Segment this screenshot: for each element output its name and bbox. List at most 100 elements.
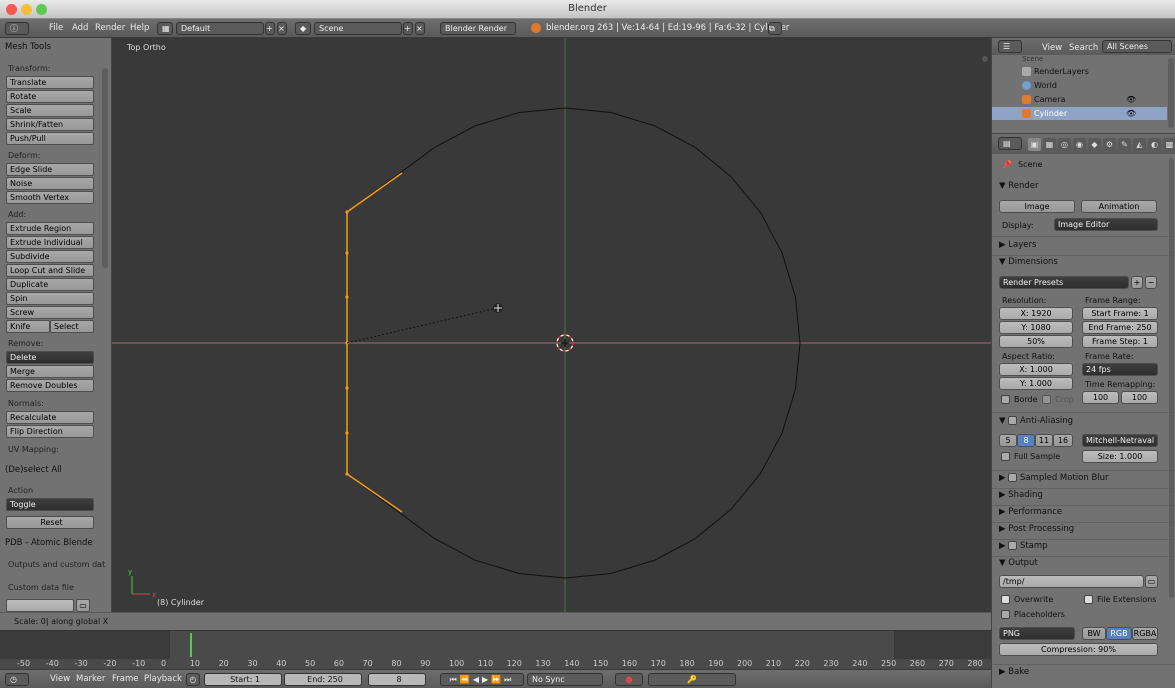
context-tab-icon[interactable]: ◐: [1148, 138, 1161, 151]
translate-button[interactable]: Translate: [6, 76, 94, 89]
outliner-cylinder[interactable]: Cylinder: [1034, 109, 1067, 118]
context-tab-icon[interactable]: ◭: [1133, 138, 1146, 151]
smooth-vertex-button[interactable]: Smooth Vertex: [6, 191, 94, 204]
aa-filter-dropdown[interactable]: Mitchell-Netraval: [1082, 434, 1158, 447]
context-tab-icon[interactable]: ◎: [1058, 138, 1071, 151]
viewport-canvas[interactable]: y x: [112, 38, 991, 612]
camera-visibility-icon[interactable]: 👁: [1126, 95, 1136, 104]
menu-render[interactable]: Render: [95, 23, 125, 33]
properties-editor-type-icon[interactable]: ▤: [998, 137, 1022, 150]
knife-select-button[interactable]: Select: [50, 320, 94, 333]
performance-panel-header[interactable]: ▶ Performance: [999, 507, 1062, 517]
menu-add[interactable]: Add: [72, 23, 88, 33]
edge-slide-button[interactable]: Edge Slide: [6, 163, 94, 176]
duplicate-button[interactable]: Duplicate: [6, 278, 94, 291]
resolution-y-field[interactable]: Y: 1080: [999, 321, 1073, 334]
timeline-editor[interactable]: -50 -40 -30 -20 -10 0 10 20 30 40 50 60 70 80 90 100 110…: [0, 630, 991, 669]
remap-old-field[interactable]: 100: [1082, 391, 1119, 404]
spin-button[interactable]: Spin: [6, 292, 94, 305]
color-rgba-button[interactable]: RGBA: [1132, 627, 1158, 640]
aa-samples-5[interactable]: 5: [999, 434, 1017, 447]
layers-panel-header[interactable]: ▶ Layers: [999, 240, 1036, 250]
sync-dropdown[interactable]: No Sync: [527, 673, 603, 686]
knife-button[interactable]: Knife: [6, 320, 50, 333]
output-panel-header[interactable]: ▼ Output: [999, 558, 1038, 568]
context-tab-icon[interactable]: ◆: [1088, 138, 1101, 151]
stamp-checkbox[interactable]: [1008, 541, 1018, 550]
context-tab-icon[interactable]: ▦: [1043, 138, 1056, 151]
end-frame-field[interactable]: End: 250: [284, 673, 362, 686]
timeline-menu-marker[interactable]: Marker: [76, 674, 105, 684]
add-layout-icon[interactable]: +: [265, 22, 275, 35]
record-icon[interactable]: ●: [615, 673, 643, 686]
resolution-x-field[interactable]: X: 1920: [999, 307, 1073, 320]
editor-type-icon[interactable]: ⓘ: [5, 22, 29, 35]
tool-shelf-scrollbar[interactable]: [102, 68, 108, 268]
outliner-display-dropdown[interactable]: All Scenes: [1102, 40, 1172, 53]
rotate-button[interactable]: Rotate: [6, 90, 94, 103]
color-rgb-button[interactable]: RGB: [1106, 627, 1132, 640]
remove-preset-icon[interactable]: −: [1145, 276, 1157, 289]
subdivide-button[interactable]: Subdivide: [6, 250, 94, 263]
outliner-menu-view[interactable]: View: [1042, 43, 1062, 53]
outliner-camera[interactable]: Camera: [1034, 95, 1065, 104]
action-dropdown[interactable]: Toggle: [6, 498, 94, 511]
aa-size-field[interactable]: Size: 1.000: [1082, 450, 1158, 463]
compression-slider[interactable]: Compression: 90%: [999, 643, 1158, 656]
extrude-region-button[interactable]: Extrude Region: [6, 222, 94, 235]
context-tab-icon[interactable]: ▣: [1028, 138, 1041, 151]
timeline-menu-view[interactable]: View: [50, 674, 70, 684]
current-frame-field[interactable]: 8: [368, 673, 426, 686]
timeline-menu-playback[interactable]: Playback: [144, 674, 182, 684]
outliner-scene[interactable]: Scene: [1022, 55, 1043, 63]
frame-rate-dropdown[interactable]: 24 fps: [1082, 363, 1158, 376]
output-path-field[interactable]: /tmp/: [999, 575, 1144, 588]
color-bw-button[interactable]: BW: [1082, 627, 1106, 640]
context-tab-icon[interactable]: ⚙: [1103, 138, 1116, 151]
outliner-scrollbar[interactable]: [1168, 58, 1174, 128]
fullscreen-icon[interactable]: ⧉: [768, 22, 782, 35]
shrink-fatten-button[interactable]: Shrink/Fatten: [6, 118, 94, 131]
push-pull-button[interactable]: Push/Pull: [6, 132, 94, 145]
pdb-header[interactable]: PDB - Atomic Blende: [5, 538, 93, 548]
viewport-corner-widget[interactable]: [982, 56, 988, 62]
outliner-editor-type-icon[interactable]: ☰: [998, 40, 1022, 53]
outliner-render-layers[interactable]: RenderLayers: [1034, 67, 1089, 76]
menu-file[interactable]: File: [49, 23, 63, 33]
properties-scrollbar[interactable]: [1169, 158, 1174, 598]
pin-icon[interactable]: 📌: [1002, 160, 1012, 169]
context-tab-icon[interactable]: ◉: [1073, 138, 1086, 151]
outliner-selected-row[interactable]: [992, 107, 1167, 120]
render-presets-dropdown[interactable]: Render Presets: [999, 276, 1129, 289]
resolution-percent-slider[interactable]: 50%: [999, 335, 1073, 348]
remove-doubles-button[interactable]: Remove Doubles: [6, 379, 94, 392]
remove-scene-icon[interactable]: ×: [415, 22, 425, 35]
current-frame-marker[interactable]: [190, 633, 192, 657]
aa-samples-16[interactable]: 16: [1053, 434, 1073, 447]
anti-aliasing-checkbox[interactable]: [1008, 416, 1018, 425]
file-extensions-checkbox[interactable]: [1084, 595, 1093, 604]
noise-button[interactable]: Noise: [6, 177, 94, 190]
recalculate-button[interactable]: Recalculate: [6, 411, 94, 424]
start-frame-property[interactable]: Start Frame: 1: [1082, 307, 1158, 320]
timeline-editor-type-icon[interactable]: ◷: [5, 673, 29, 686]
merge-button[interactable]: Merge: [6, 365, 94, 378]
aa-samples-11[interactable]: 11: [1035, 434, 1053, 447]
placeholders-checkbox[interactable]: [1001, 610, 1010, 619]
crop-checkbox[interactable]: [1042, 395, 1051, 404]
deselect-all-header[interactable]: (De)select All: [5, 465, 62, 475]
aspect-y-field[interactable]: Y: 1.000: [999, 377, 1073, 390]
folder-icon[interactable]: ▭: [76, 599, 90, 612]
add-preset-icon[interactable]: +: [1131, 276, 1143, 289]
delete-dropdown[interactable]: Delete: [6, 351, 94, 364]
layout-icon[interactable]: ▦: [157, 22, 173, 35]
outliner-menu-search[interactable]: Search: [1069, 43, 1098, 53]
render-engine-dropdown[interactable]: Blender Render: [440, 22, 516, 35]
output-folder-icon[interactable]: ▭: [1145, 575, 1158, 588]
extrude-individual-button[interactable]: Extrude Individual: [6, 236, 94, 249]
menu-help[interactable]: Help: [130, 23, 149, 33]
dimensions-panel-header[interactable]: ▼ Dimensions: [999, 257, 1058, 267]
border-checkbox[interactable]: [1001, 395, 1010, 404]
scale-button[interactable]: Scale: [6, 104, 94, 117]
context-tab-icon[interactable]: ✎: [1118, 138, 1131, 151]
